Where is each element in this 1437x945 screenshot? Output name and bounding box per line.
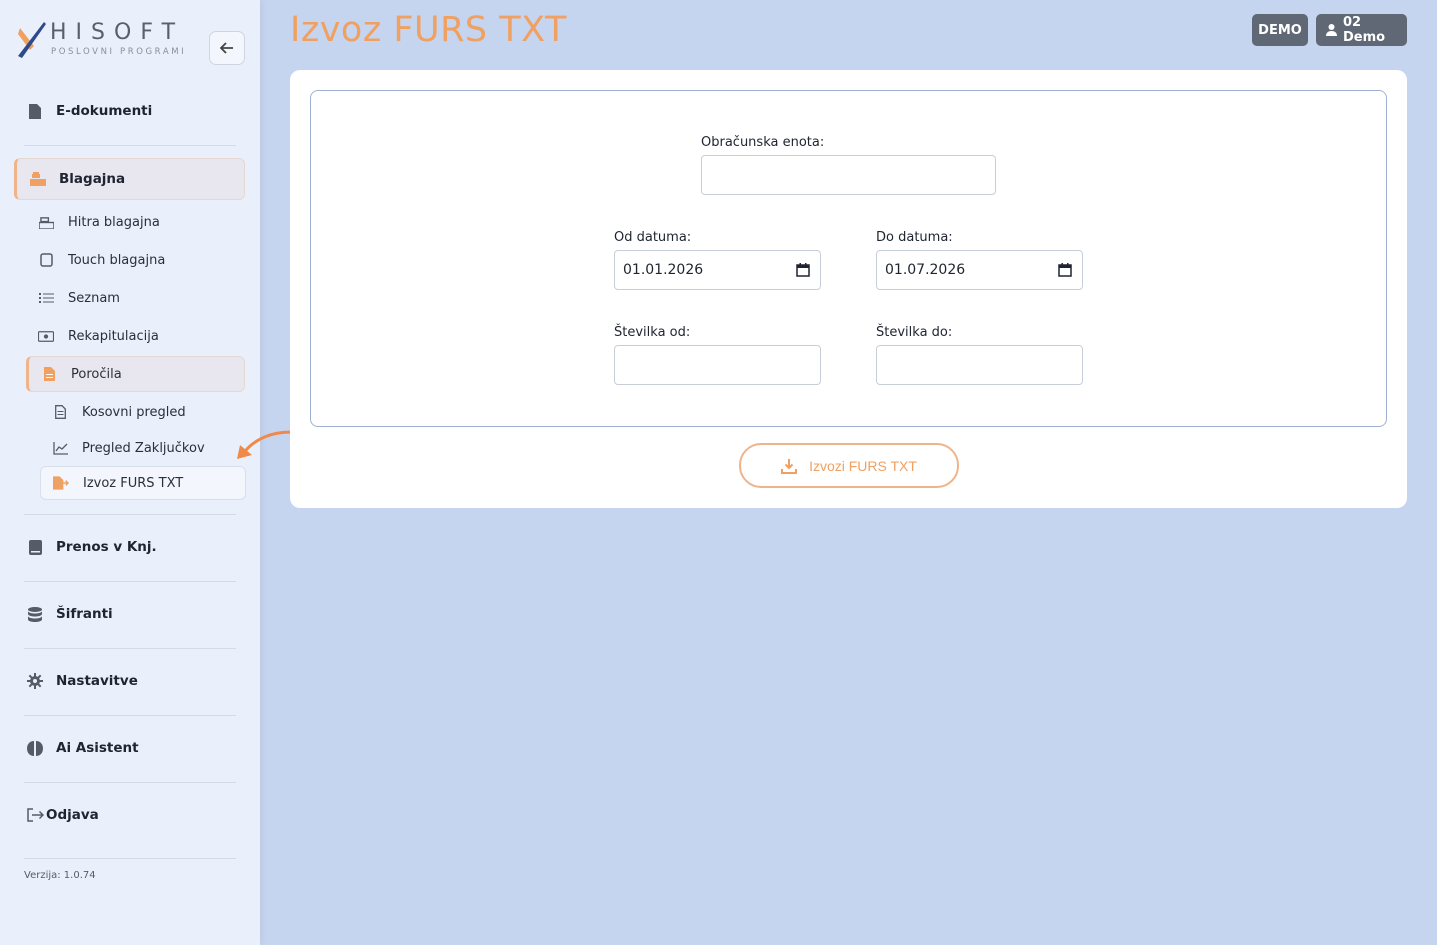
logo-mark-icon xyxy=(18,22,46,58)
sidebar-item-label: Blagajna xyxy=(59,171,126,187)
sidebar-item-label: Hitra blagajna xyxy=(68,214,160,230)
unit-label: Obračunska enota: xyxy=(701,135,825,150)
user-name: 02 Demo xyxy=(1343,15,1386,45)
page-title: Izvoz FURS TXT xyxy=(290,10,567,50)
database-icon xyxy=(26,605,44,623)
to-date-input[interactable]: 01.07.2026 xyxy=(876,250,1083,290)
file-icon xyxy=(26,102,44,120)
logout-button[interactable]: Odjava xyxy=(14,794,245,836)
sidebar-item-label: Prenos v Knj. xyxy=(56,539,157,555)
sidebar: HISOFT POSLOVNI PROGRAMI E-dokumenti Bla… xyxy=(0,0,260,945)
export-button-label: Izvozi FURS TXT xyxy=(809,457,917,474)
sidebar-item-nastavitve[interactable]: Nastavitve xyxy=(14,660,245,702)
sidebar-item-label: Rekapitulacija xyxy=(68,328,159,344)
sidebar-item-prenos-v-knj[interactable]: Prenos v Knj. xyxy=(14,526,245,568)
sidebar-item-label: Kosovni pregled xyxy=(82,404,186,420)
sidebar-item-hitra-blagajna[interactable]: Hitra blagajna xyxy=(26,204,245,240)
user-menu-button[interactable]: 02 Demo xyxy=(1316,14,1407,46)
sidebar-item-label: Ai Asistent xyxy=(56,740,139,756)
sidebar-item-blagajna[interactable]: Blagajna xyxy=(14,158,245,200)
sidebar-item-izvoz-furs-txt[interactable]: Izvoz FURS TXT xyxy=(40,466,246,500)
gear-icon xyxy=(26,672,44,690)
sidebar-item-e-dokumenti[interactable]: E-dokumenti xyxy=(14,90,245,132)
divider xyxy=(24,648,236,649)
version-label: Verzija: 1.0.74 xyxy=(24,870,96,881)
brain-icon xyxy=(26,739,44,757)
sidebar-item-label: Nastavitve xyxy=(56,673,138,689)
cash-register-icon xyxy=(29,170,47,188)
unit-input[interactable] xyxy=(701,155,996,195)
from-number-input[interactable] xyxy=(614,345,821,385)
sidebar-item-label: Poročila xyxy=(71,366,122,382)
user-icon xyxy=(1326,24,1337,36)
sidebar-item-touch-blagajna[interactable]: Touch blagajna xyxy=(26,242,245,278)
from-number-label: Številka od: xyxy=(614,325,691,340)
sidebar-item-pregled-zakljuckov[interactable]: Pregled Zaključkov xyxy=(40,431,246,465)
divider xyxy=(24,514,236,515)
sidebar-item-label: Pregled Zaključkov xyxy=(82,440,205,456)
from-date-value: 01.01.2026 xyxy=(623,262,704,278)
sidebar-item-label: Izvoz FURS TXT xyxy=(83,475,184,491)
download-icon xyxy=(781,458,798,474)
divider xyxy=(24,782,236,783)
calendar-icon[interactable] xyxy=(1058,263,1072,277)
brand-tagline: POSLOVNI PROGRAMI xyxy=(51,47,187,57)
list-icon xyxy=(38,290,54,306)
brand-logo[interactable]: HISOFT POSLOVNI PROGRAMI xyxy=(16,18,196,62)
file-export-icon xyxy=(53,475,69,491)
export-form: Obračunska enota: Od datuma: 01.01.2026 … xyxy=(310,90,1387,427)
sidebar-item-rekapitulacija[interactable]: Rekapitulacija xyxy=(26,318,245,354)
collapse-sidebar-button[interactable] xyxy=(209,31,245,65)
divider xyxy=(24,581,236,582)
report-file-icon xyxy=(41,366,57,382)
divider xyxy=(24,145,236,146)
tablet-icon xyxy=(38,252,54,268)
document-list-icon xyxy=(52,404,68,420)
sidebar-item-porocila[interactable]: Poročila xyxy=(26,356,245,392)
divider xyxy=(24,715,236,716)
sidebar-item-label: Šifranti xyxy=(56,606,113,622)
export-card: Obračunska enota: Od datuma: 01.01.2026 … xyxy=(290,70,1407,508)
logout-icon xyxy=(26,806,44,824)
from-date-input[interactable]: 01.01.2026 xyxy=(614,250,821,290)
arrow-left-icon xyxy=(220,42,233,54)
sidebar-item-kosovni-pregled[interactable]: Kosovni pregled xyxy=(40,395,246,429)
environment-badge: DEMO xyxy=(1252,14,1308,46)
from-date-label: Od datuma: xyxy=(614,230,692,245)
divider xyxy=(24,858,236,859)
export-furs-txt-button[interactable]: Izvozi FURS TXT xyxy=(739,443,959,488)
line-chart-icon xyxy=(52,440,68,456)
money-bill-icon xyxy=(38,328,54,344)
to-number-input[interactable] xyxy=(876,345,1083,385)
sidebar-item-ai-asistent[interactable]: Ai Asistent xyxy=(14,727,245,769)
to-date-value: 01.07.2026 xyxy=(885,262,966,278)
cash-register-icon xyxy=(38,214,54,230)
book-icon xyxy=(26,538,44,556)
calendar-icon[interactable] xyxy=(796,263,810,277)
sidebar-item-label: Odjava xyxy=(46,807,99,823)
sidebar-item-sifranti[interactable]: Šifranti xyxy=(14,593,245,635)
to-number-label: Številka do: xyxy=(876,325,953,340)
brand-name: HISOFT xyxy=(50,20,185,45)
to-date-label: Do datuma: xyxy=(876,230,953,245)
sidebar-item-label: Touch blagajna xyxy=(68,252,166,268)
sidebar-item-label: Seznam xyxy=(68,290,120,306)
sidebar-item-label: E-dokumenti xyxy=(56,103,153,119)
sidebar-item-seznam[interactable]: Seznam xyxy=(26,280,245,316)
